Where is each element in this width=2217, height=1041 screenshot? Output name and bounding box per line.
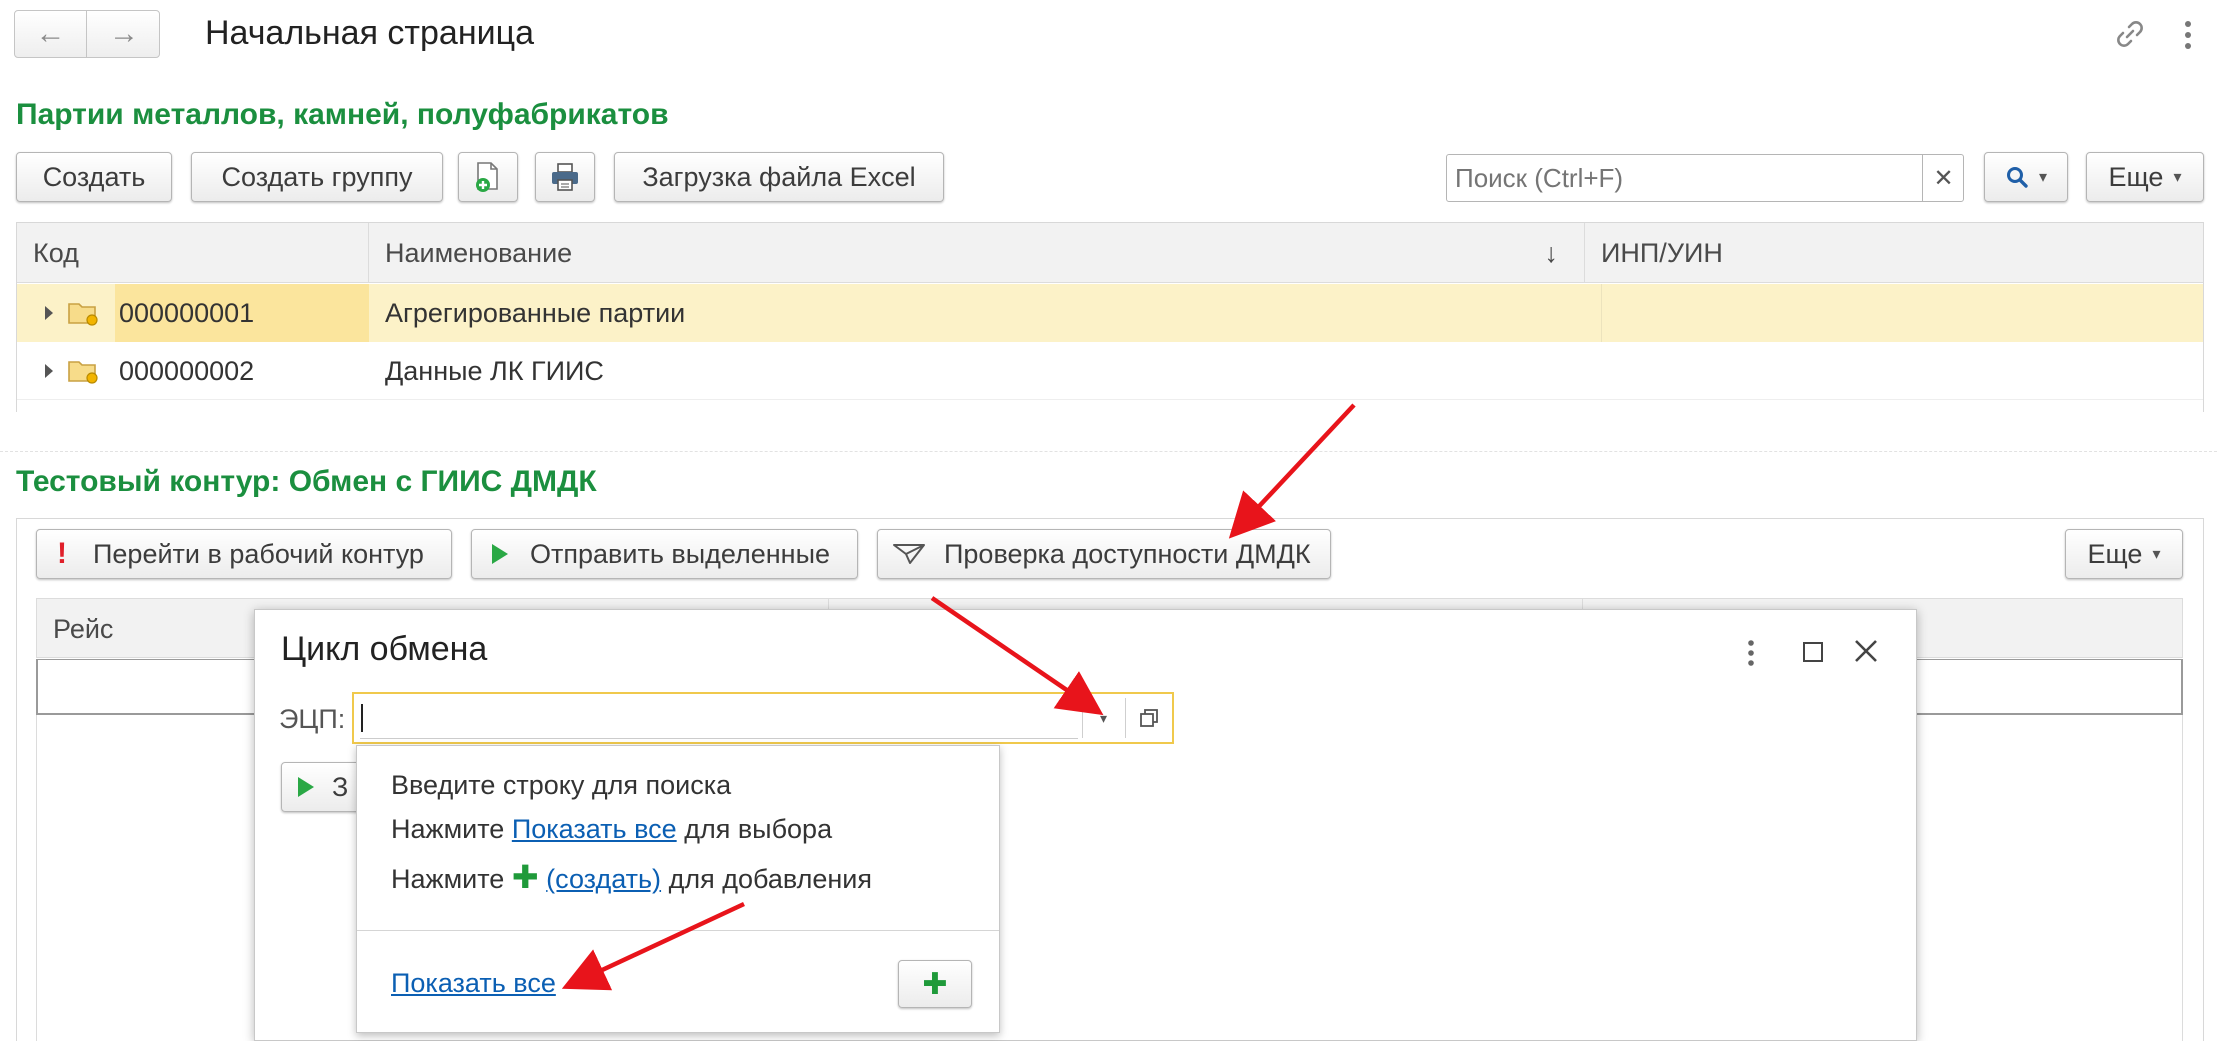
annotation-arrow (1228, 403, 1356, 539)
annotation-arrow (930, 596, 1104, 716)
annotation-arrow (561, 901, 745, 991)
annotation-arrows (561, 403, 1356, 991)
